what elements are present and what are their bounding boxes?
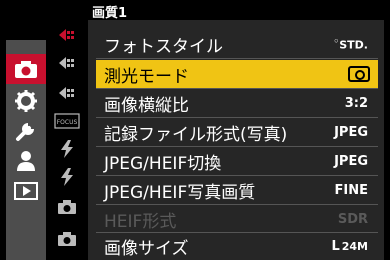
menu-item-photo-style[interactable]: フォトスタイル ◦STD. xyxy=(96,30,378,58)
divider xyxy=(96,58,378,59)
subtab-camera-1[interactable] xyxy=(48,194,86,220)
metering-multi-icon xyxy=(348,66,370,82)
menu-item-heif-format: HEIF形式 SDR xyxy=(96,205,378,233)
page-title: 画質1 xyxy=(92,6,128,21)
photo-style-value: ◦STD. xyxy=(333,36,368,52)
gear-icon xyxy=(15,90,37,112)
sub-tab-1-icon xyxy=(59,29,74,41)
flash-icon xyxy=(61,140,73,158)
menu-item-aspect-ratio[interactable]: 画像横縦比 3:2 xyxy=(96,89,378,117)
menu-item-label: 測光モード xyxy=(104,66,189,87)
menu-item-value: SDR xyxy=(337,211,368,227)
menu-item-label: フォトスタイル xyxy=(104,36,223,57)
menu-screen: FOCUS 画質1 フォトスタイル ◦STD. 測光モード 画像横縦比 3:2 … xyxy=(0,0,390,260)
tab-setup[interactable] xyxy=(6,116,46,146)
menu-item-value: JPEG xyxy=(334,124,368,140)
tab-custom[interactable] xyxy=(6,86,46,116)
menu-item-label: JPEG/HEIF写真画質 xyxy=(104,182,256,203)
sub-tab-2-icon xyxy=(59,57,74,69)
subtab-focus[interactable]: FOCUS xyxy=(48,108,86,134)
menu-item-picture-size[interactable]: 画像サイズ L 24M xyxy=(96,232,378,260)
focus-icon: FOCUS xyxy=(54,113,80,129)
picture-size-value: L 24M xyxy=(331,238,368,254)
menu-item-label: 画像横縦比 xyxy=(104,95,189,116)
tab-playback[interactable] xyxy=(6,176,46,206)
menu-item-metering-mode[interactable]: 測光モード xyxy=(96,60,378,88)
subtab-1[interactable] xyxy=(48,22,86,48)
flash-icon xyxy=(61,168,73,186)
menu-item-value: JPEG xyxy=(334,153,368,169)
menu-item-picture-quality[interactable]: JPEG/HEIF写真画質 FINE xyxy=(96,176,378,204)
subtab-3[interactable] xyxy=(48,80,86,106)
wrench-icon xyxy=(16,123,34,141)
main-tab-column xyxy=(6,40,46,260)
menu-item-jpeg-heif-switch[interactable]: JPEG/HEIF切換 JPEG xyxy=(96,147,378,175)
camera-icon xyxy=(15,61,37,78)
playback-icon xyxy=(14,182,38,200)
subtab-camera-2[interactable] xyxy=(48,226,86,252)
camera-icon xyxy=(58,232,76,246)
tab-camera[interactable] xyxy=(6,54,46,84)
menu-item-value: 3:2 xyxy=(344,95,368,111)
menu-item-label: 記録ファイル形式(写真) xyxy=(104,124,288,145)
tab-my-menu[interactable] xyxy=(6,146,46,176)
subtab-flash-2[interactable] xyxy=(48,164,86,190)
menu-item-label: JPEG/HEIF切換 xyxy=(104,153,222,174)
menu-item-label: HEIF形式 xyxy=(104,211,177,232)
sub-tab-3-icon xyxy=(59,87,74,99)
subtab-flash-1[interactable] xyxy=(48,136,86,162)
menu-item-value: FINE xyxy=(334,182,368,198)
sub-tab-column: FOCUS xyxy=(48,0,86,260)
menu-item-file-format[interactable]: 記録ファイル形式(写真) JPEG xyxy=(96,118,378,146)
subtab-2[interactable] xyxy=(48,50,86,76)
svg-text:FOCUS: FOCUS xyxy=(57,119,78,126)
menu-item-label: 画像サイズ xyxy=(104,238,189,259)
person-icon xyxy=(17,151,35,171)
camera-icon xyxy=(58,200,76,214)
